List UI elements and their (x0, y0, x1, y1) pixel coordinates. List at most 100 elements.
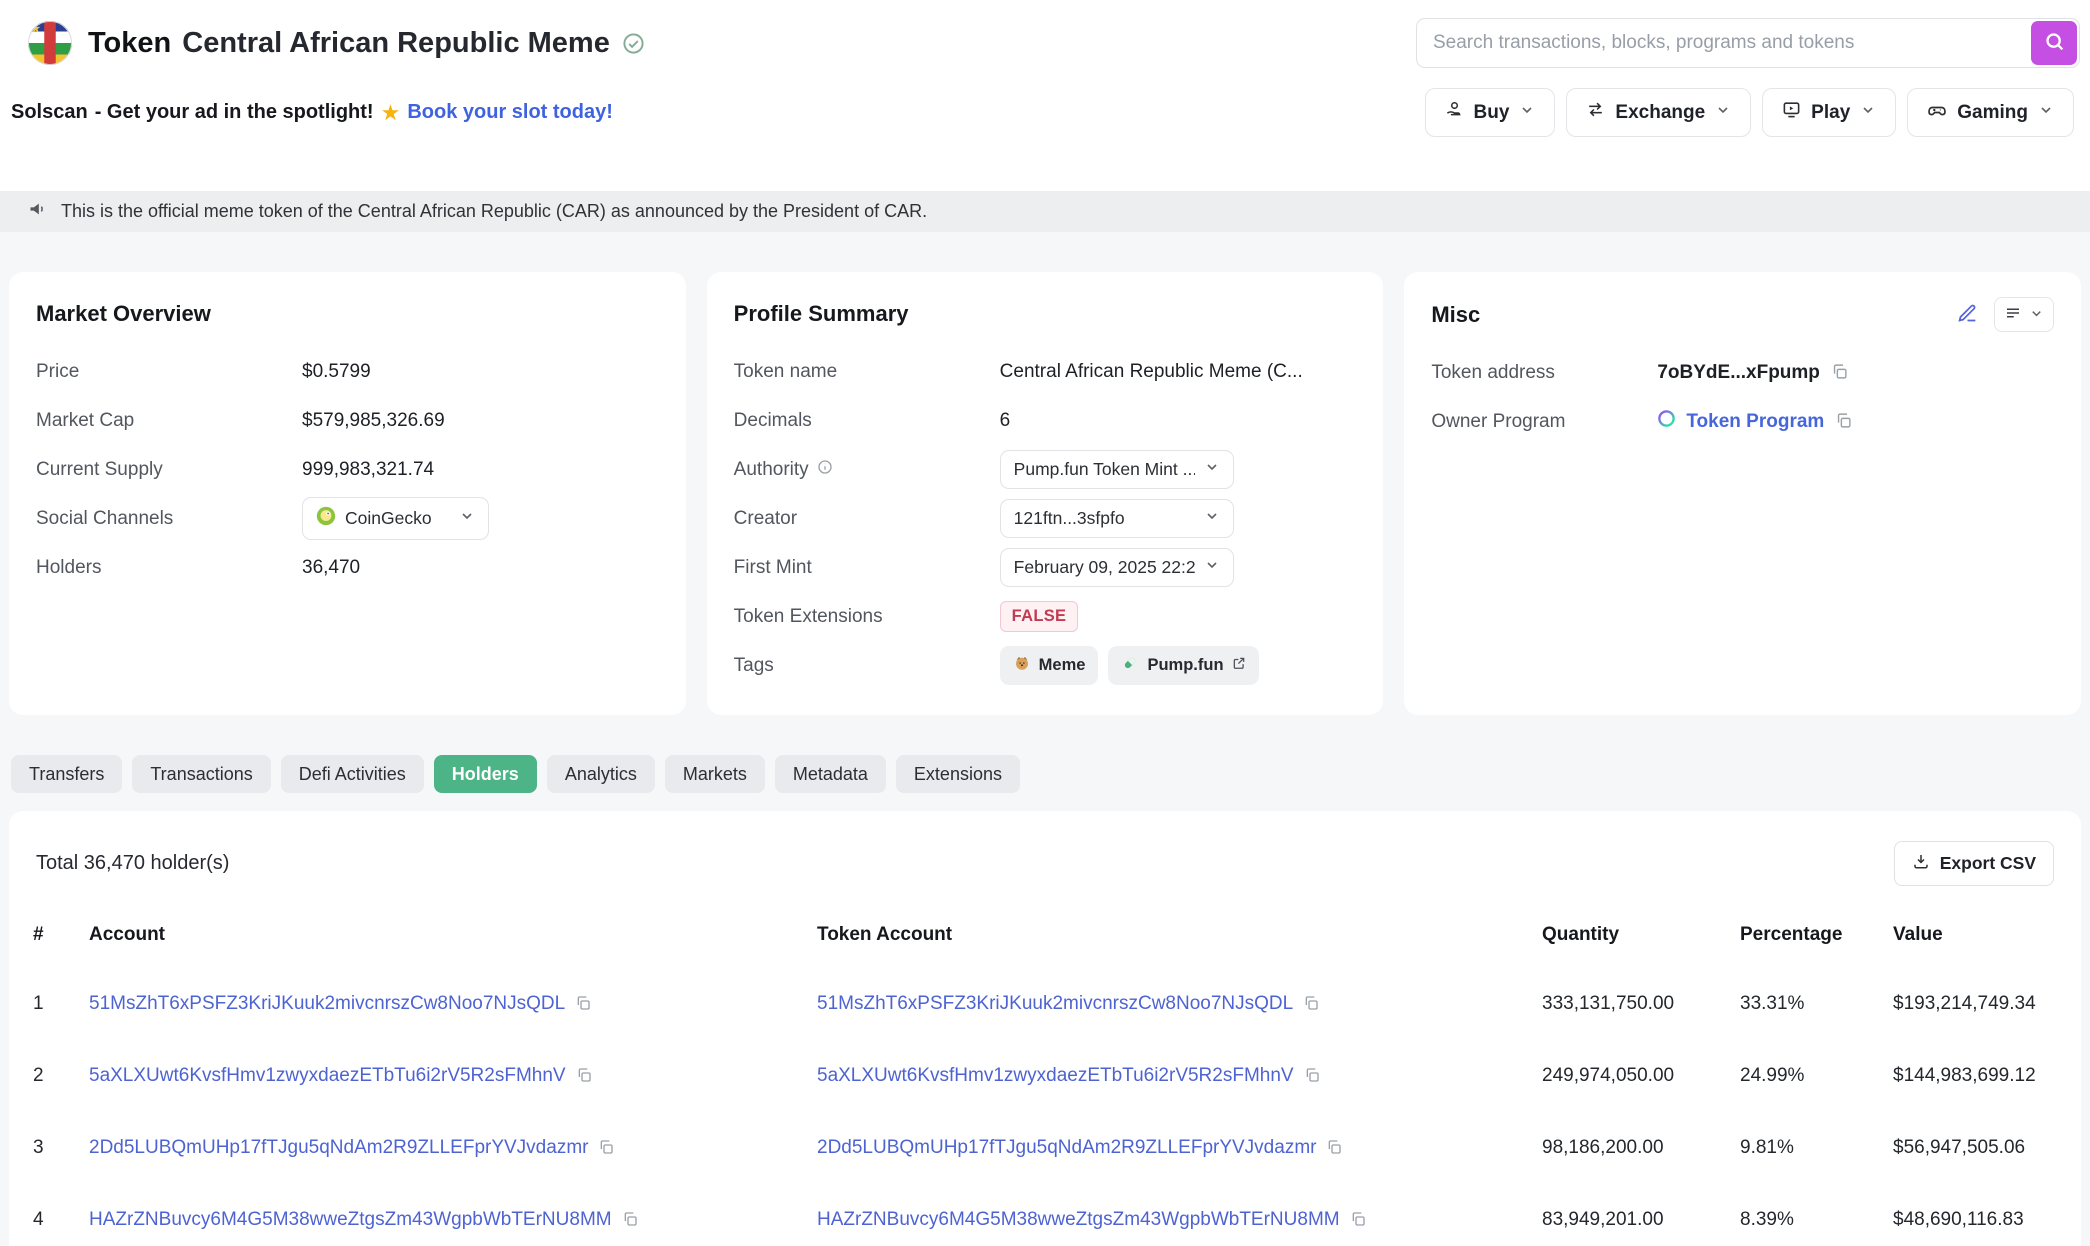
tag-meme[interactable]: Meme (999, 646, 1099, 685)
token-extensions-false-badge: FALSE (999, 601, 1079, 632)
holder-percentage: 9.81% (1740, 1137, 1794, 1158)
holder-value: $48,690,116.83 (1893, 1209, 2024, 1230)
market-overview-title: Market Overview (36, 301, 211, 326)
tab-analytics[interactable]: Analytics (546, 755, 655, 793)
token-extensions-row: Token Extensions FALSE (734, 592, 1357, 641)
copy-token-account-button[interactable] (1325, 1138, 1343, 1159)
copy-icon (598, 1139, 614, 1158)
buy-label: Buy (1473, 101, 1510, 123)
holder-quantity: 249,974,050.00 (1542, 1065, 1675, 1086)
promo-row: Solscan - Get your ad in the spotlight! … (0, 68, 2090, 191)
copy-owner-program-button[interactable] (1834, 411, 1853, 433)
copy-account-button[interactable] (574, 994, 592, 1015)
buy-button[interactable]: Buy (1424, 88, 1556, 137)
tags-label: Tags (733, 654, 774, 676)
export-csv-button[interactable]: Export CSV (1893, 841, 2054, 886)
account-link[interactable]: 51MsZhT6xPSFZ3KriJKuuk2mivcnrszCw8Noo7NJ… (89, 993, 565, 1015)
token-name-label: Token name (733, 360, 838, 382)
copy-token-account-button[interactable] (1302, 994, 1320, 1015)
profile-summary-card: Profile Summary Token name Central Afric… (706, 272, 1384, 715)
profile-summary-title: Profile Summary (733, 301, 909, 326)
info-icon[interactable] (817, 459, 833, 481)
owner-program-row: Owner Program Token Program (1431, 397, 2054, 446)
holder-row: 4 HAZrZNBuvcy6M4G5M38wweZtgsZm43WgpbWbTE… (9, 1184, 2081, 1246)
holder-row: 3 2Dd5LUBQmUHp17fTJgu5qNdAm2R9ZLLEFprYVJ… (9, 1112, 2081, 1184)
announcement-text: This is the official meme token of the C… (61, 201, 928, 221)
chevron-down-icon (2029, 306, 2044, 324)
copy-account-button[interactable] (621, 1210, 639, 1231)
tab-holders[interactable]: Holders (433, 755, 537, 793)
holder-value: $193,214,749.34 (1893, 993, 2036, 1014)
account-link[interactable]: 5aXLXUwt6KvsfHmv1zwyxdaezETbTu6i2rV5R2sF… (89, 1065, 566, 1087)
quick-menus: Buy Exchange Play Gaming (1424, 88, 2074, 137)
token-address-value: 7oBYdE...xFpump (1657, 361, 1820, 383)
creator-row: Creator 121ftn...3sfpfo (734, 494, 1357, 543)
current-supply-label: Current Supply (36, 458, 163, 480)
current-supply-row: Current Supply 999,983,321.74 (36, 445, 659, 494)
copy-account-button[interactable] (597, 1138, 615, 1159)
copy-account-button[interactable] (575, 1066, 593, 1087)
tag-meme-label: Meme (1038, 656, 1086, 674)
owner-program-link[interactable]: Token Program (1686, 411, 1824, 433)
exchange-button[interactable]: Exchange (1566, 88, 1752, 137)
tag-pumpfun[interactable]: Pump.fun (1108, 646, 1259, 685)
page-title: Token Central African Republic Meme (88, 27, 610, 60)
holder-percentage: 24.99% (1740, 1065, 1805, 1086)
title-token-name: Central African Republic Meme (182, 26, 610, 59)
play-button[interactable]: Play (1762, 88, 1897, 137)
search-button[interactable] (2031, 21, 2077, 65)
token-account-link[interactable]: HAZrZNBuvcy6M4G5M38wweZtgsZm43WgpbWbTErN… (817, 1209, 1340, 1231)
decimals-value: 6 (999, 409, 1011, 431)
creator-value: 121ftn...3sfpfo (1013, 508, 1125, 528)
copy-token-address-button[interactable] (1830, 362, 1849, 384)
account-link[interactable]: HAZrZNBuvcy6M4G5M38wweZtgsZm43WgpbWbTErN… (89, 1209, 612, 1231)
token-tabs: Transfers Transactions Defi Activities H… (0, 755, 2090, 793)
holder-percentage: 8.39% (1740, 1209, 1794, 1230)
tab-metadata[interactable]: Metadata (774, 755, 886, 793)
solscan-token-page: Token Central African Republic Meme Sols… (0, 0, 2090, 1246)
holder-quantity: 98,186,200.00 (1542, 1137, 1664, 1158)
tab-extensions[interactable]: Extensions (895, 755, 1020, 793)
tags-row: Tags Meme Pump.fun (734, 641, 1357, 690)
gaming-button[interactable]: Gaming (1907, 88, 2074, 137)
chevron-down-icon (1519, 102, 1535, 124)
search-bar (1416, 18, 2080, 68)
token-account-link[interactable]: 51MsZhT6xPSFZ3KriJKuuk2mivcnrszCw8Noo7NJ… (817, 993, 1293, 1015)
holders-row: Holders 36,470 (36, 543, 659, 592)
social-channels-dropdown[interactable]: CoinGecko (302, 497, 489, 540)
book-slot-link[interactable]: Book your slot today! (407, 101, 613, 124)
copy-token-account-button[interactable] (1349, 1210, 1367, 1231)
copy-token-account-button[interactable] (1303, 1066, 1321, 1087)
copy-icon (1831, 363, 1848, 383)
account-link[interactable]: 2Dd5LUBQmUHp17fTJgu5qNdAm2R9ZLLEFprYVJvd… (89, 1137, 588, 1159)
edit-pencil-button[interactable] (1955, 301, 1980, 329)
authority-dropdown[interactable]: Pump.fun Token Mint ... (999, 450, 1234, 489)
first-mint-dropdown[interactable]: February 09, 2025 22:2... (999, 548, 1234, 587)
pill-icon (1121, 654, 1139, 677)
holder-quantity: 333,131,750.00 (1542, 993, 1675, 1014)
verified-check-icon[interactable] (622, 32, 645, 55)
holder-value: $56,947,505.06 (1893, 1137, 2026, 1158)
tab-transactions[interactable]: Transactions (132, 755, 271, 793)
chevron-down-icon (1204, 459, 1220, 480)
token-logo-car-flag (27, 20, 73, 66)
promo-message: - Get your ad in the spotlight! (94, 101, 374, 123)
search-input[interactable] (1416, 18, 2080, 68)
market-cap-row: Market Cap $579,985,326.69 (36, 396, 659, 445)
star-icon: ★ (380, 99, 401, 125)
creator-dropdown[interactable]: 121ftn...3sfpfo (999, 499, 1234, 538)
col-value: Value (1893, 924, 1943, 945)
token-account-link[interactable]: 5aXLXUwt6KvsfHmv1zwyxdaezETbTu6i2rV5R2sF… (817, 1065, 1294, 1087)
copy-icon (1304, 1067, 1320, 1086)
tab-markets[interactable]: Markets (664, 755, 765, 793)
social-channels-value: CoinGecko (345, 508, 432, 528)
token-account-link[interactable]: 2Dd5LUBQmUHp17fTJgu5qNdAm2R9ZLLEFprYVJvd… (817, 1137, 1316, 1159)
decimals-row: Decimals 6 (734, 396, 1357, 445)
tab-transfers[interactable]: Transfers (11, 755, 123, 793)
holders-header-row: # Account Token Account Quantity Percent… (9, 902, 2081, 968)
tab-defi-activities[interactable]: Defi Activities (280, 755, 424, 793)
current-supply-value: 999,983,321.74 (302, 458, 435, 480)
col-token-account: Token Account (817, 924, 953, 945)
copy-icon (622, 1211, 638, 1230)
misc-menu-dropdown[interactable] (1994, 297, 2055, 332)
